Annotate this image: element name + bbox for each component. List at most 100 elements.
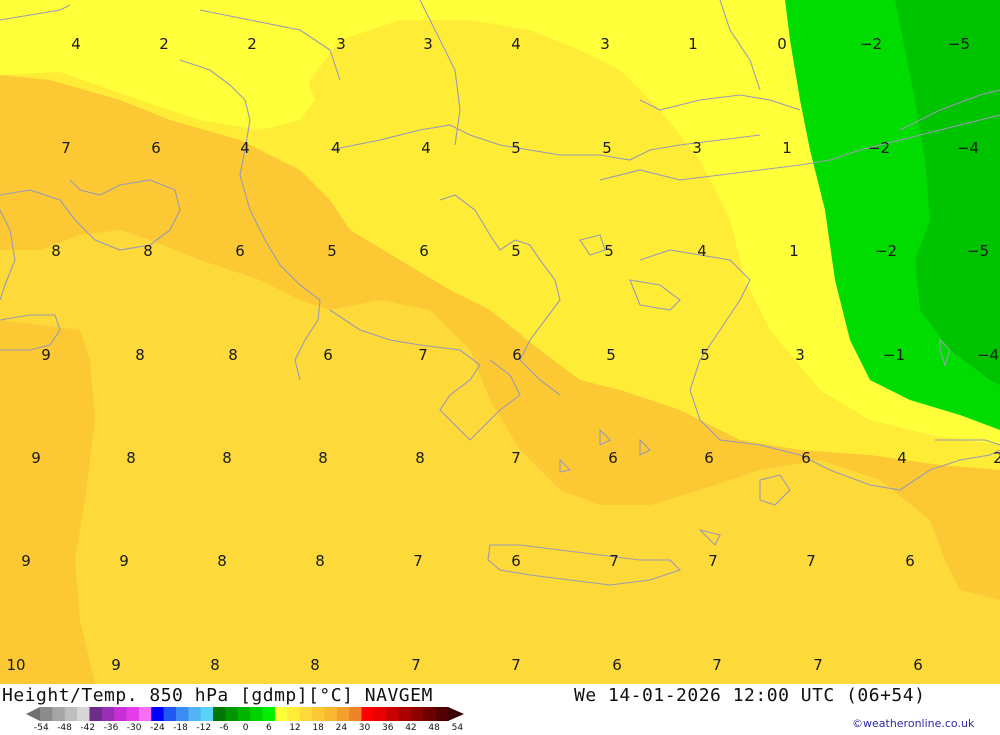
temperature-label: 7: [712, 656, 722, 674]
temperature-label: 5: [511, 139, 521, 157]
scale-swatch: [176, 707, 189, 721]
temperature-label: 3: [692, 139, 702, 157]
temperature-label: −5: [967, 242, 989, 260]
scale-tick-label: 0: [242, 723, 249, 733]
scale-swatch: [435, 707, 449, 721]
temperature-label: 7: [411, 656, 421, 674]
scale-swatch: [138, 707, 152, 721]
scale-tick-label: -12: [196, 723, 212, 733]
temperature-label: −4: [957, 139, 979, 157]
temperature-label: 3: [795, 346, 805, 364]
scale-tick-label: -24: [150, 723, 165, 733]
scale-swatch: [423, 707, 437, 721]
temperature-label: 7: [413, 552, 423, 570]
temperature-label: −4: [977, 346, 999, 364]
temperature-label: 4: [240, 139, 250, 157]
temperature-label: 10: [6, 656, 25, 674]
scale-swatch: [200, 707, 214, 721]
temperature-label: 2: [247, 35, 257, 53]
color-scale-ticks: -54 -48 -42 -36 -30 -24 -18 -12 -6 0 6 12 18 24 30 36 42…: [0, 723, 480, 735]
temperature-label: −2: [860, 35, 882, 53]
credit-link[interactable]: ©weatheronline.co.uk: [852, 717, 974, 730]
temperature-label: 7: [813, 656, 823, 674]
temperature-label: 7: [418, 346, 428, 364]
temperature-label: 8: [126, 449, 136, 467]
scale-swatch: [188, 707, 202, 721]
temperature-label: 8: [415, 449, 425, 467]
temperature-label: 8: [217, 552, 227, 570]
temperature-label: 9: [21, 552, 31, 570]
scale-swatch: [250, 707, 264, 721]
temperature-label: 6: [511, 552, 521, 570]
scale-tick-label: 18: [312, 723, 324, 733]
scale-tick-label: 42: [405, 723, 417, 733]
temperature-label: 7: [511, 449, 521, 467]
temperature-label: 5: [602, 139, 612, 157]
scale-tick-label: -54: [34, 723, 49, 733]
temperature-label: 8: [310, 656, 320, 674]
scale-swatch: [336, 707, 350, 721]
temperature-label: −2: [875, 242, 897, 260]
scale-swatch: [237, 707, 251, 721]
temperature-label: 8: [222, 449, 232, 467]
scale-swatch: [163, 707, 177, 721]
temperature-label: 6: [612, 656, 622, 674]
scale-swatch: [151, 707, 165, 721]
scale-tick-label: -36: [103, 723, 119, 733]
scale-swatch: [77, 707, 90, 721]
temperature-label: 1: [782, 139, 792, 157]
temperature-label: 3: [600, 35, 610, 53]
temperature-label: 6: [323, 346, 333, 364]
temperature-label: 8: [315, 552, 325, 570]
temperature-label: 8: [228, 346, 238, 364]
temperature-label: 6: [905, 552, 915, 570]
temperature-label: 7: [61, 139, 71, 157]
weather-map: 4 2 2 3 3 4 3 1 0 −2 −5 7 6 4 4 4 5 5 3 1 −2 −4 8 8 6 5 6 5 5 4 1 −2 −5 9…: [0, 0, 1000, 684]
map-canvas: 4 2 2 3 3 4 3 1 0 −2 −57 6 4 4 4 5 5 3 1 −2 −48 8 6 5 6 5 5 4 1 −2 −59…: [0, 0, 1000, 684]
temperature-label: 6: [235, 242, 245, 260]
scale-swatch: [398, 707, 412, 721]
temperature-label: 1: [688, 35, 698, 53]
temperature-label: 5: [604, 242, 614, 260]
temperature-label: 6: [801, 449, 811, 467]
scale-swatch: [287, 707, 301, 721]
temperature-label: 7: [511, 656, 521, 674]
temperature-label: 9: [31, 449, 41, 467]
temperature-label: 8: [51, 242, 61, 260]
scale-swatch: [213, 707, 226, 721]
temperature-label: 4: [71, 35, 81, 53]
scale-swatch: [324, 707, 338, 721]
scale-tick-label: 6: [266, 723, 272, 733]
scale-arrow-right: [448, 707, 464, 721]
temperature-label: 4: [897, 449, 907, 467]
temperature-label: 8: [318, 449, 328, 467]
scale-tick-label: 24: [335, 723, 348, 733]
scale-swatch: [126, 707, 140, 721]
scale-swatch: [373, 707, 387, 721]
scale-swatch: [114, 707, 128, 721]
map-title: Height/Temp. 850 hPa [gdmp][°C] NAVGEM: [2, 685, 433, 706]
temperature-label: 0: [777, 35, 787, 53]
temperature-label: 5: [700, 346, 710, 364]
scale-tick-label: 48: [428, 723, 440, 733]
temperature-label: 6: [512, 346, 522, 364]
map-valid-time: We 14-01-2026 12:00 UTC (06+54): [574, 685, 926, 706]
color-scale-bar: [26, 707, 464, 721]
scale-swatch: [64, 707, 78, 721]
scale-tick-label: 54: [451, 723, 464, 733]
temperature-label: 9: [111, 656, 121, 674]
temperature-label: −1: [883, 346, 905, 364]
scale-swatch: [410, 707, 424, 721]
temperature-label: 4: [331, 139, 341, 157]
scale-arrow-left: [26, 707, 40, 721]
scale-swatch: [312, 707, 325, 721]
temperature-label: 8: [143, 242, 153, 260]
temperature-label: 5: [606, 346, 616, 364]
temperature-label: 8: [135, 346, 145, 364]
scale-tick-label: -48: [57, 723, 72, 733]
scale-swatch: [262, 707, 276, 721]
scale-swatch: [225, 707, 239, 721]
scale-swatch: [299, 707, 313, 721]
scale-swatch: [386, 707, 400, 721]
temperature-label: 6: [151, 139, 161, 157]
